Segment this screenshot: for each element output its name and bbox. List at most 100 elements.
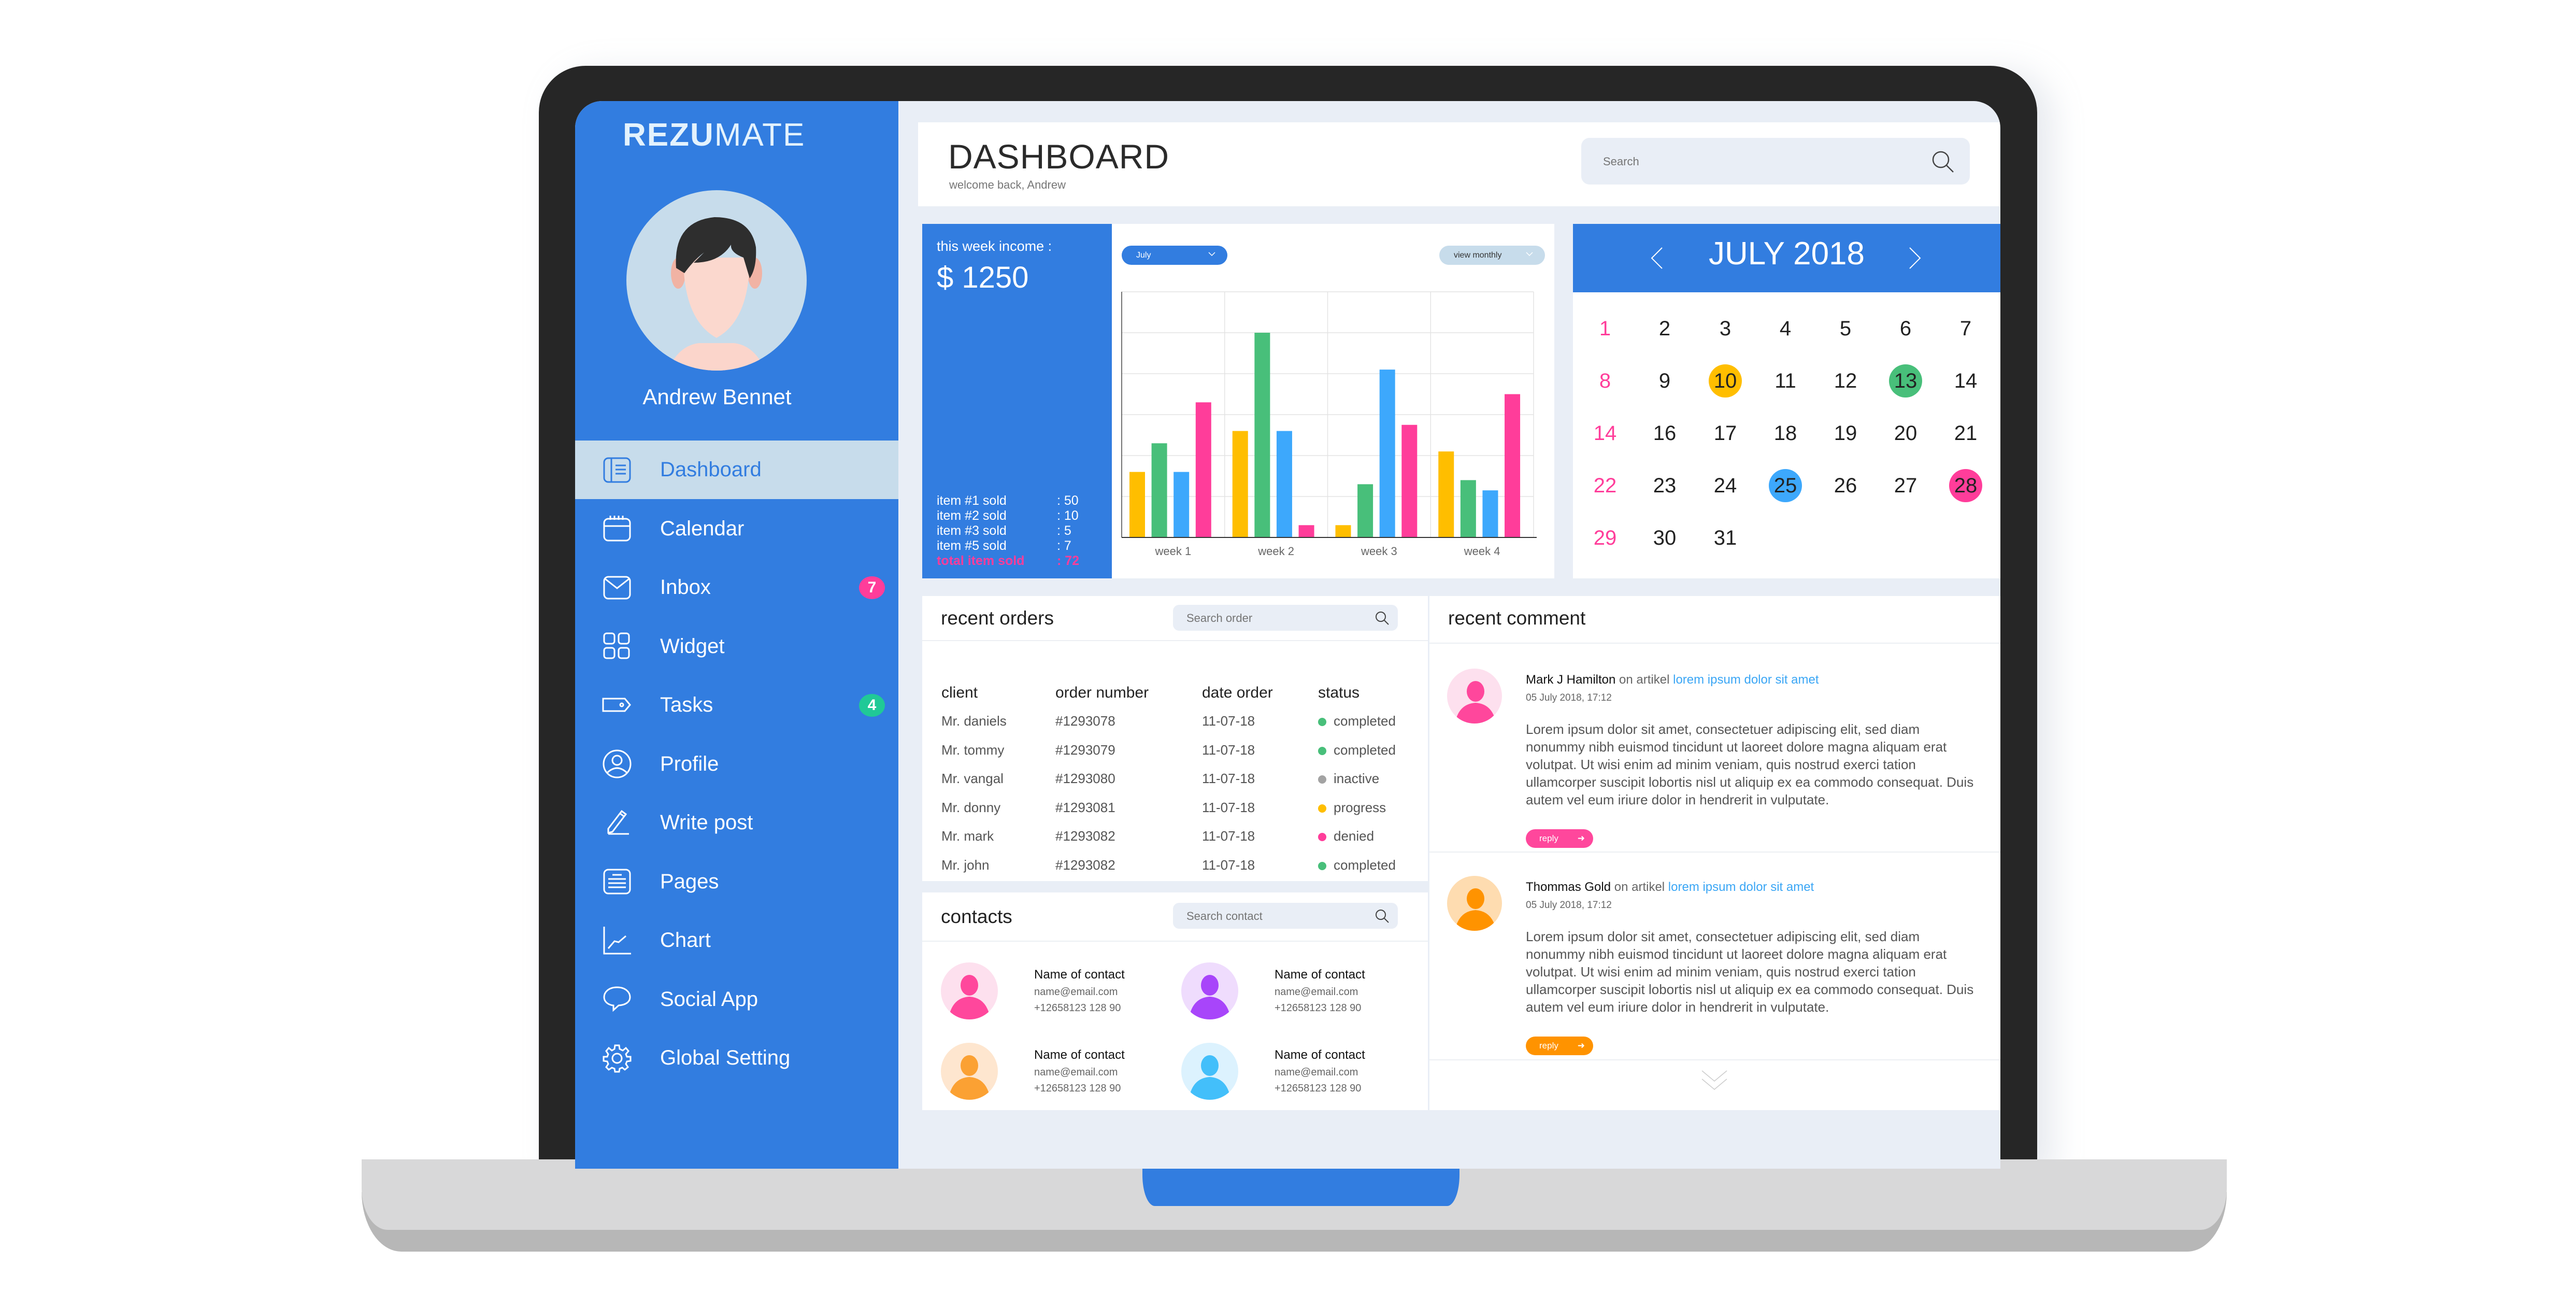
calendar-day[interactable]: 2 [1648,312,1681,345]
bar [1357,484,1373,537]
sidebar-item-write-post[interactable]: Write post [575,793,898,852]
reply-button[interactable]: reply ➜ [1526,1037,1593,1055]
calendar-day[interactable]: 11 [1769,364,1802,398]
search-icon[interactable] [1374,908,1390,924]
calendar-day[interactable]: 17 [1709,417,1742,450]
recent-comments-panel: recent comment Mark J Hamilton on artike… [1429,596,2000,1110]
sidebar-item-dashboard[interactable]: Dashboard [575,441,898,499]
status-label: denied [1334,828,1375,844]
contact-card[interactable]: Name of contact name@email.com +12658123… [941,1043,1125,1100]
sidebar-item-label: Profile [660,752,719,775]
calendar-day[interactable]: 16 [1648,417,1681,450]
order-row[interactable]: Mr. daniels #1293078 11-07-18 completed [941,707,1396,736]
comment-author[interactable]: Thommas Gold [1526,880,1611,894]
calendar-day[interactable]: 14 [1588,417,1622,450]
calendar-day[interactable]: 22 [1588,469,1622,502]
calendar-day[interactable]: 25 [1769,469,1802,502]
comment-date: 05 July 2018, 17:12 [1526,900,1612,911]
search-contact-input[interactable] [1185,903,1364,930]
view-select[interactable]: view monthly [1439,246,1545,265]
calendar-day[interactable]: 31 [1709,521,1742,555]
contacts-panel: contacts Name of contact name@email.com … [922,892,1428,1110]
contact-avatar [1181,1043,1238,1100]
chevron-right-icon[interactable] [1905,245,1925,272]
search-icon[interactable] [1930,149,1955,174]
order-row[interactable]: Mr. john #1293082 11-07-18 completed [941,851,1396,880]
calendar-day[interactable]: 28 [1949,469,1982,502]
calendar-day[interactable]: 26 [1829,469,1862,502]
sidebar-item-calendar[interactable]: Calendar [575,500,898,558]
sidebar-item-inbox[interactable]: Inbox 7 [575,558,898,617]
comment-article-link[interactable]: lorem ipsum dolor sit amet [1673,673,1819,687]
sidebar-item-pages[interactable]: Pages [575,853,898,911]
calendar-day[interactable]: 30 [1648,521,1681,555]
total-sold-row: total item sold: 72 [937,554,1079,569]
order-client: Mr. tommy [941,742,1005,758]
calendar-day[interactable]: 3 [1709,312,1742,345]
status-label: completed [1334,742,1396,758]
sidebar-item-widget[interactable]: Widget [575,617,898,676]
search-order-input[interactable] [1185,605,1364,632]
calendar-day[interactable]: 14 [1949,364,1982,398]
calendar-day[interactable]: 18 [1769,417,1802,450]
calendar-day[interactable]: 12 [1829,364,1862,398]
x-tick-label: week 2 [1257,545,1294,558]
calendar-day[interactable]: 29 [1588,521,1622,555]
calendar-day[interactable]: 27 [1889,469,1922,502]
contact-phone: +12658123 128 90 [1275,1002,1362,1014]
calendar-day[interactable]: 1 [1588,312,1622,345]
screen: REZUMATE Andrew Bennet Dashboard Calendar… [575,101,2000,1169]
order-row[interactable]: Mr. vangal #1293080 11-07-18 inactive [941,764,1396,793]
order-client: Mr. mark [941,828,994,844]
calendar-day[interactable]: 20 [1889,417,1922,450]
search-input[interactable] [1602,138,1915,186]
sidebar-item-tasks[interactable]: Tasks 4 [575,676,898,734]
sidebar-item-label: Dashboard [660,458,762,481]
month-select[interactable]: July [1122,246,1227,265]
order-client: Mr. daniels [941,713,1007,729]
calendar-day[interactable]: 13 [1889,364,1922,398]
sidebar-item-chart[interactable]: Chart [575,911,898,970]
double-chevron-down-icon[interactable] [1699,1069,1730,1091]
mail-icon [601,572,633,604]
item-label: item #2 sold [937,508,1007,523]
sidebar-item-social-app[interactable]: Social App [575,970,898,1029]
calendar-day[interactable]: 5 [1829,312,1862,345]
reply-button[interactable]: reply ➜ [1526,829,1593,848]
calendar-day[interactable]: 23 [1648,469,1681,502]
sidebar-item-profile[interactable]: Profile [575,735,898,793]
calendar-day[interactable]: 7 [1949,312,1982,345]
contact-name: Name of contact [1034,968,1125,982]
contact-card[interactable]: Name of contact name@email.com +12658123… [1181,1043,1365,1100]
sidebar-item-label: Global Setting [660,1046,791,1069]
contact-card[interactable]: Name of contact name@email.com +12658123… [941,962,1125,1019]
order-row[interactable]: Mr. tommy #1293079 11-07-18 completed [941,736,1396,765]
item-sold-row: item #3 sold: 5 [937,523,1079,538]
comment-article-link[interactable]: lorem ipsum dolor sit amet [1668,880,1814,894]
calendar-day[interactable]: 21 [1949,417,1982,450]
order-client: Mr. john [941,857,990,873]
calendar-day[interactable]: 8 [1588,364,1622,398]
calendar-day[interactable]: 24 [1709,469,1742,502]
order-search [1173,605,1398,632]
comment-header: Mark J Hamilton on artikel lorem ipsum d… [1526,673,1982,687]
bar [1298,525,1314,537]
calendar-day[interactable]: 10 [1709,364,1742,398]
speech-bubble-icon [601,983,633,1015]
contacts-title: contacts [941,906,1012,927]
comment-author[interactable]: Mark J Hamilton [1526,673,1615,687]
calendar-day[interactable]: 6 [1889,312,1922,345]
recent-comments-title: recent comment [1448,607,1586,629]
app-logo[interactable]: REZUMATE [623,117,805,153]
calendar-day[interactable]: 19 [1829,417,1862,450]
order-row[interactable]: Mr. mark #1293082 11-07-18 denied [941,822,1396,851]
calendar-day[interactable]: 4 [1769,312,1802,345]
order-row[interactable]: Mr. donny #1293081 11-07-18 progress [941,793,1396,822]
chevron-down-icon [1208,252,1215,257]
contact-card[interactable]: Name of contact name@email.com +12658123… [1181,962,1365,1019]
sidebar-item-global-setting[interactable]: Global Setting [575,1029,898,1087]
user-avatar[interactable] [626,190,807,371]
search-icon[interactable] [1374,610,1390,626]
calendar-day[interactable]: 9 [1648,364,1681,398]
item-label: item #1 sold [937,493,1007,508]
